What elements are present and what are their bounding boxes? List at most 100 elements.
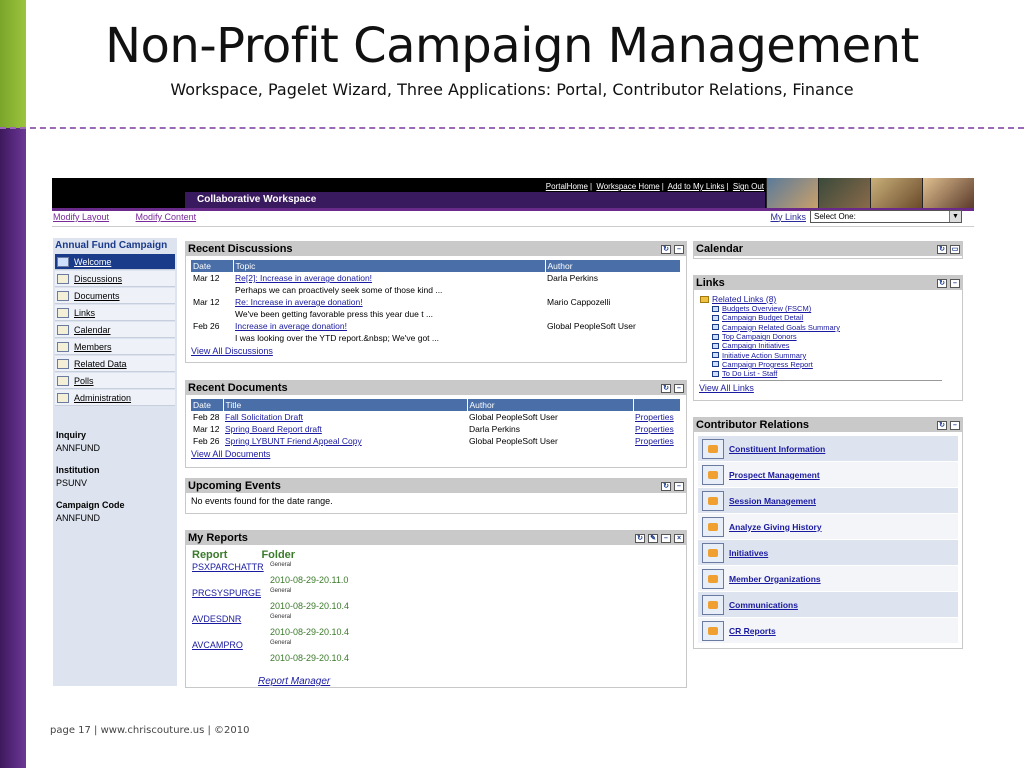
folder-icon — [57, 290, 69, 301]
refresh-icon[interactable]: ↻ — [661, 383, 671, 393]
edit-icon[interactable]: ✎ — [648, 533, 658, 543]
minimize-icon[interactable]: – — [950, 420, 960, 430]
pagelet-title: Links — [696, 277, 725, 289]
list-item[interactable]: Initiative Action Summary — [700, 350, 956, 360]
list-item[interactable]: Campaign Progress Report — [700, 360, 956, 369]
minimize-icon[interactable]: – — [950, 278, 960, 288]
list-item[interactable]: Campaign Related Goals Summary — [700, 323, 956, 332]
cr-item-cr-reports[interactable]: CR Reports — [698, 618, 958, 644]
header-photo — [922, 178, 974, 208]
sidebar-item-members[interactable]: Members — [55, 339, 175, 355]
refresh-icon[interactable]: ↻ — [661, 481, 671, 491]
link-doc-icon — [712, 305, 719, 312]
slide-accent-purple — [0, 128, 26, 768]
discussion-topic-link[interactable]: Re: Increase in average donation! — [235, 297, 363, 307]
list-item[interactable]: To Do List - Staff — [700, 369, 956, 378]
workspace-home-link[interactable]: Workspace Home — [596, 182, 659, 191]
my-links-label[interactable]: My Links — [770, 212, 806, 222]
pagelet-header: Calendar ↻ ▭ — [694, 242, 962, 256]
sidebar-item-documents[interactable]: Documents — [55, 288, 175, 304]
table-icon — [57, 358, 69, 369]
my-links-select[interactable]: Select One: ▼ — [810, 210, 962, 223]
discussion-topic-link[interactable]: Increase in average donation! — [235, 321, 347, 331]
view-all-documents-link[interactable]: View All Documents — [191, 449, 681, 459]
sign-out-link[interactable]: Sign Out — [733, 182, 764, 191]
cr-item-prospect-management[interactable]: Prospect Management — [698, 462, 958, 488]
close-icon[interactable]: × — [674, 533, 684, 543]
cr-item-constituent-information[interactable]: Constituent Information — [698, 436, 958, 462]
sidebar-item-related-data[interactable]: Related Data — [55, 356, 175, 372]
list-item[interactable]: Campaign Budget Detail — [700, 313, 956, 322]
view-all-links-link[interactable]: View All Links — [699, 383, 957, 393]
modify-content-link[interactable]: Modify Content — [136, 212, 197, 222]
calendar-icon — [57, 324, 69, 335]
link-doc-icon — [712, 370, 719, 377]
document-link[interactable]: Spring Board Report draft — [225, 424, 322, 434]
report-manager-link[interactable]: Report Manager — [258, 676, 330, 687]
column-header — [633, 399, 681, 411]
portal-home-link[interactable]: PortalHome — [546, 182, 588, 191]
report-link[interactable]: PRCSYSPURGE — [192, 588, 270, 598]
column-header: Title — [223, 399, 468, 411]
sidebar-item-discussions[interactable]: Discussions — [55, 271, 175, 287]
refresh-icon[interactable]: ↻ — [937, 244, 947, 254]
table-row: Mar 12 Re[2]: Increase in average donati… — [193, 273, 599, 283]
link-doc-icon — [712, 314, 719, 321]
cr-item-communications[interactable]: Communications — [698, 592, 958, 618]
org-chart-icon — [702, 542, 724, 563]
cr-item-member-organizations[interactable]: Member Organizations — [698, 566, 958, 592]
report-link[interactable]: AVDESDNR — [192, 614, 270, 624]
list-item[interactable]: Budgets Overview (FSCM) — [700, 304, 956, 313]
related-links-folder[interactable]: Related Links (8) — [700, 294, 956, 304]
header-links: PortalHome | Workspace Home | Add to My Li… — [545, 182, 764, 191]
cr-item-initiatives[interactable]: Initiatives — [698, 540, 958, 566]
properties-link[interactable]: Properties — [635, 424, 674, 434]
sidebar-item-links[interactable]: Links — [55, 305, 175, 321]
document-link[interactable]: Fall Solicitation Draft — [225, 412, 303, 422]
column-header: Report — [192, 549, 228, 561]
portal-screenshot: PortalHome | Workspace Home | Add to My Li… — [52, 178, 974, 688]
report-link[interactable]: PSXPARCHATTR — [192, 562, 270, 572]
header-photo-strip — [766, 178, 974, 208]
view-all-discussions-link[interactable]: View All Discussions — [191, 346, 681, 356]
refresh-icon[interactable]: ↻ — [635, 533, 645, 543]
minimize-icon[interactable]: – — [674, 481, 684, 491]
modify-layout-link[interactable]: Modify Layout — [53, 212, 109, 222]
report-link[interactable]: AVCAMPRO — [192, 640, 270, 650]
sidebar-item-administration[interactable]: Administration — [55, 390, 175, 406]
document-link[interactable]: Spring LYBUNT Friend Appeal Copy — [225, 436, 362, 446]
info-key: Campaign Code — [56, 500, 125, 510]
slide-title: Non-Profit Campaign Management — [105, 18, 919, 74]
column-header: Author — [545, 260, 681, 272]
reports-header: Report Folder — [186, 545, 686, 561]
refresh-icon[interactable]: ↻ — [937, 278, 947, 288]
cr-item-session-management[interactable]: Session Management — [698, 488, 958, 514]
sidebar-item-calendar[interactable]: Calendar — [55, 322, 175, 338]
minimize-icon[interactable]: – — [661, 533, 671, 543]
pagelet-title: My Reports — [188, 532, 248, 544]
table-row: Mar 12 Spring Board Report draft Darla P… — [193, 424, 674, 434]
my-reports-pagelet: My Reports ↻ ✎ – × Report Folder PSXPARCHAT… — [185, 530, 687, 688]
header-photo — [818, 178, 870, 208]
campaign-info: Inquiry ANNFUND Institution PSUNV Campai… — [53, 407, 177, 526]
restore-icon[interactable]: ▭ — [950, 244, 960, 254]
list-item[interactable]: Campaign Initiatives — [700, 341, 956, 350]
refresh-icon[interactable]: ↻ — [937, 420, 947, 430]
sidebar-item-polls[interactable]: Polls — [55, 373, 175, 389]
minimize-icon[interactable]: – — [674, 383, 684, 393]
add-to-my-links-link[interactable]: Add to My Links — [668, 182, 725, 191]
discussion-topic-link[interactable]: Re[2]: Increase in average donation! — [235, 273, 372, 283]
table-row: Perhaps we can proactively seek some of … — [235, 285, 443, 295]
table-row: I was looking over the YTD report.&nbsp;… — [235, 333, 439, 343]
sidebar-item-welcome[interactable]: Welcome — [55, 254, 175, 270]
cr-item-analyze-giving-history[interactable]: Analyze Giving History — [698, 514, 958, 540]
report-date: 2010-08-29-20.10.4 — [270, 653, 350, 663]
properties-link[interactable]: Properties — [635, 436, 674, 446]
properties-link[interactable]: Properties — [635, 412, 674, 422]
spreadsheet-icon — [702, 490, 724, 511]
list-item[interactable]: Top Campaign Donors — [700, 332, 956, 341]
refresh-icon[interactable]: ↻ — [661, 244, 671, 254]
documents-table: Date Title Author Feb 28 Fall Solicitati… — [191, 399, 681, 447]
minimize-icon[interactable]: – — [674, 244, 684, 254]
links-divider — [700, 380, 942, 382]
